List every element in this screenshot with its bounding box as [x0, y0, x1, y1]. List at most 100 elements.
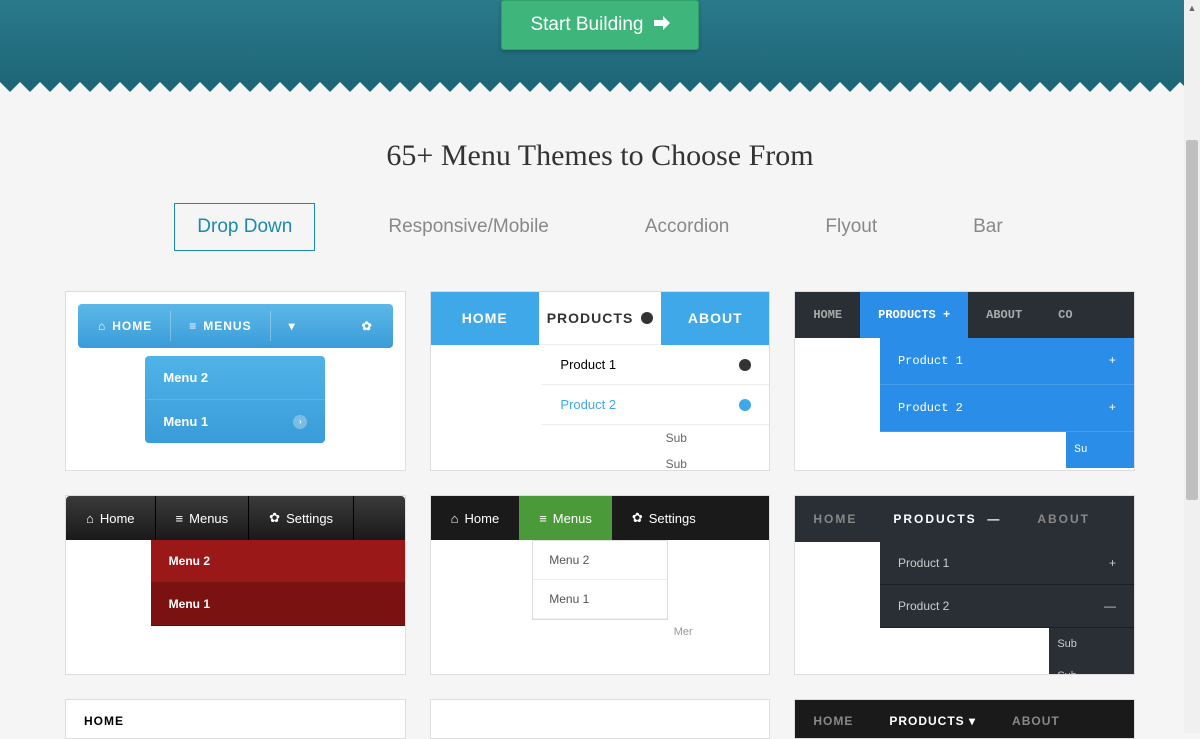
theme-card-5[interactable]: ⌂Home ≡Menus ✿Settings Menu 2 Menu 1 Mer [430, 495, 771, 675]
chevron-right-icon [739, 359, 751, 371]
scroll-up-icon[interactable]: ▲ [1184, 0, 1200, 16]
dropdown: Menu 2 Menu 1 [532, 540, 667, 620]
dropdown-item: Product 1 [542, 345, 769, 385]
menu-item-about: ABOUT [994, 714, 1078, 728]
submenu-label: Sub [658, 451, 770, 471]
home-icon: ⌂ [98, 319, 106, 333]
menu-item-about: ABOUT [1019, 496, 1108, 542]
zigzag-divider [0, 80, 1200, 94]
menu-item-home: ⌂Home [66, 496, 156, 540]
theme-card-7[interactable]: HOME [65, 699, 406, 739]
dropdown-item: Menu 2 [533, 541, 666, 580]
arrow-right-icon [654, 14, 670, 36]
submenu-label: Sub [1049, 660, 1134, 675]
submenu-label: Mer [668, 620, 770, 644]
plus-icon: + [1109, 401, 1116, 415]
hamburger-icon: ≡ [176, 511, 184, 526]
plus-icon: + [1109, 556, 1116, 570]
plus-icon: + [1109, 354, 1116, 368]
start-building-button[interactable]: Start Building [501, 0, 698, 50]
theme-tabs: Drop Down Responsive/Mobile Accordion Fl… [65, 203, 1135, 251]
dropdown-item: Menu 1› [145, 400, 325, 443]
dropdown: Menu 2 Menu 1 [151, 540, 405, 626]
menu-bar: ⌂Home ≡Menus ✿Settings [66, 496, 405, 540]
dropdown-item: Product 1+ [880, 542, 1134, 585]
chevron-down-icon: ▾ [275, 319, 310, 333]
theme-card-2[interactable]: HOME PRODUCTS ABOUT Product 1 Product 2 … [430, 291, 771, 471]
theme-card-6[interactable]: HOME PRODUCTS — ABOUT Product 1+ Product… [794, 495, 1135, 675]
dropdown: Product 1 Product 2 [542, 345, 769, 425]
section-title: 65+ Menu Themes to Choose From [65, 139, 1135, 173]
dropdown-item: Product 2— [880, 585, 1134, 628]
theme-card-1[interactable]: ⌂HOME ≡MENUS ▾ ✿ Menu 2 Menu 1› [65, 291, 406, 471]
gear-icon: ✿ [348, 319, 387, 333]
theme-card-9[interactable]: HOME PRODUCTS ▾ ABOUT [794, 699, 1135, 739]
menu-item-home: HOME [795, 714, 871, 728]
theme-grid: ⌂HOME ≡MENUS ▾ ✿ Menu 2 Menu 1› HOME PRO… [65, 291, 1135, 739]
dropdown-item: Product 1+ [880, 338, 1134, 385]
chevron-down-icon [641, 312, 653, 324]
hero-section: Start Building [0, 0, 1200, 80]
menu-item-home: HOME [795, 496, 875, 542]
tab-responsive[interactable]: Responsive/Mobile [365, 203, 572, 251]
menu-bar: HOME [66, 700, 405, 739]
dropdown-item: Menu 1 [151, 583, 405, 626]
scrollbar[interactable]: ▲ [1184, 0, 1200, 733]
menu-bar: HOME PRODUCTS — ABOUT [795, 496, 1134, 542]
dropdown-item: Menu 2 [145, 356, 325, 400]
submenu-label: Sub [658, 425, 770, 451]
menu-item-about: ABOUT [968, 292, 1040, 338]
dropdown-item: Product 2 [542, 385, 769, 425]
minus-icon: — [987, 512, 1001, 526]
menu-item-home: HOME [66, 714, 142, 728]
menu-item-menus: ≡Menus [519, 496, 612, 540]
tab-accordion[interactable]: Accordion [622, 203, 753, 251]
chevron-right-icon [739, 399, 751, 411]
hamburger-icon: ≡ [189, 319, 197, 333]
menu-bar: HOME PRODUCTS + ABOUT CO [795, 292, 1134, 338]
theme-card-8[interactable] [430, 699, 771, 739]
menu-item-settings: ✿Settings [249, 496, 354, 540]
submenu-label: Sub [1049, 628, 1134, 660]
menu-item-about: ABOUT [661, 292, 769, 345]
home-icon: ⌂ [451, 511, 459, 526]
menu-bar: ⌂HOME ≡MENUS ▾ ✿ [78, 304, 393, 348]
tab-dropdown[interactable]: Drop Down [174, 203, 315, 251]
menu-bar: ⌂Home ≡Menus ✿Settings [431, 496, 770, 540]
theme-card-3[interactable]: HOME PRODUCTS + ABOUT CO Product 1+ Prod… [794, 291, 1135, 471]
menu-bar: HOME PRODUCTS ABOUT [431, 292, 770, 345]
menu-item-products: PRODUCTS + [860, 292, 968, 338]
menu-item-home: ⌂Home [431, 496, 520, 540]
menu-bar: HOME PRODUCTS ▾ ABOUT [795, 700, 1134, 739]
menu-item-menus: ≡MENUS [175, 319, 265, 333]
dropdown: Menu 2 Menu 1› [145, 356, 325, 443]
separator [270, 311, 271, 341]
home-icon: ⌂ [86, 511, 94, 526]
menu-item-home: ⌂HOME [84, 319, 166, 333]
menu-item-settings: ✿Settings [612, 496, 716, 540]
menu-item-home: HOME [795, 292, 860, 338]
minus-icon: — [1104, 599, 1116, 613]
menu-item-products: PRODUCTS — [875, 496, 1019, 542]
dropdown-item: Product 2+ [880, 385, 1134, 432]
menu-item-contact: CO [1040, 292, 1090, 338]
dropdown-item: Menu 2 [151, 540, 405, 583]
theme-card-4[interactable]: ⌂Home ≡Menus ✿Settings Menu 2 Menu 1 [65, 495, 406, 675]
dropdown-item: Menu 1 [533, 580, 666, 619]
submenu-label: Su [1066, 432, 1134, 468]
dropdown: Product 1+ Product 2— [880, 542, 1134, 628]
chevron-down-icon: ▾ [969, 714, 976, 728]
menu-item-products: PRODUCTS [539, 292, 662, 345]
tab-flyout[interactable]: Flyout [802, 203, 900, 251]
gear-icon: ✿ [632, 510, 643, 526]
main-container: 65+ Menu Themes to Choose From Drop Down… [45, 139, 1155, 739]
chevron-right-icon: › [293, 415, 307, 429]
separator [170, 311, 171, 341]
tab-bar[interactable]: Bar [950, 203, 1026, 251]
hamburger-icon: ≡ [539, 511, 547, 526]
menu-item-products: PRODUCTS ▾ [871, 714, 994, 728]
cta-label: Start Building [530, 14, 643, 36]
gear-icon: ✿ [269, 510, 280, 526]
dropdown: Product 1+ Product 2+ [880, 338, 1134, 432]
scrollbar-thumb[interactable] [1186, 140, 1198, 500]
